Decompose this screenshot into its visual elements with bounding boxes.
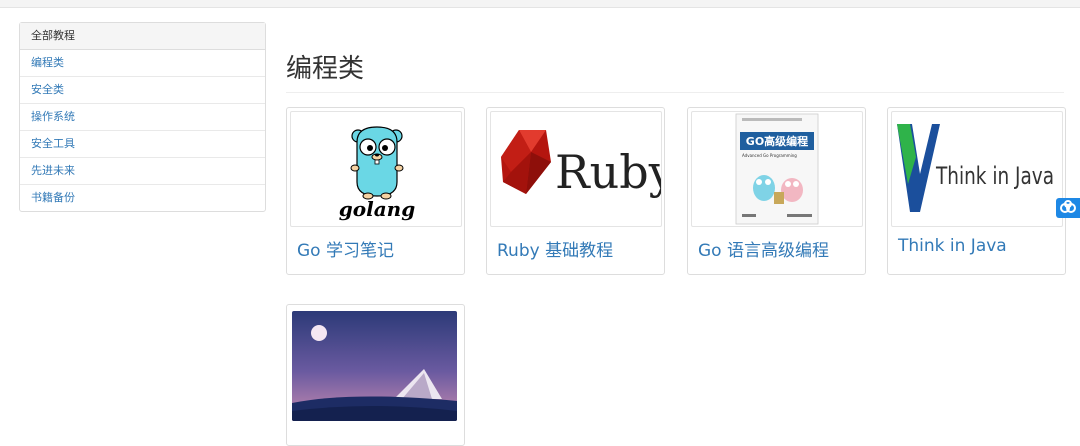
book-title[interactable]: Go 语言高级编程 [698, 236, 829, 261]
ruby-gem-icon: Ruby [501, 130, 661, 199]
go-advanced-cover-image[interactable]: GO高级编程 Advanced Go Programming [691, 111, 863, 227]
cloud-link-icon [1060, 200, 1076, 213]
sidebar: 全部教程 编程类 安全类 操作系统 安全工具 先进未来 书籍备份 [19, 22, 266, 212]
side-float-button[interactable] [1056, 198, 1080, 218]
sidebar-item-os[interactable]: 操作系统 [20, 104, 265, 131]
golang-logo-image[interactable]: golang [290, 111, 462, 227]
landscape-cover-image[interactable] [292, 311, 457, 421]
book-card-go-advanced[interactable]: GO高级编程 Advanced Go Programming Go 语言高级编程 [687, 107, 866, 275]
think-in-java-wordmark: Think in Java [935, 162, 1054, 190]
page-title: 编程类 [286, 54, 365, 84]
sidebar-item-security-tools[interactable]: 安全工具 [20, 131, 265, 158]
ruby-wordmark: Ruby [555, 145, 661, 199]
gopher-icon: golang [339, 126, 415, 221]
book-card-go-notes[interactable]: golang Go 学习笔记 [286, 107, 465, 275]
cover-subtitle: Advanced Go Programming [742, 153, 797, 158]
book-card-landscape[interactable] [286, 304, 465, 446]
book-title[interactable]: Ruby 基础教程 [497, 236, 613, 261]
sidebar-item-programming[interactable]: 编程类 [20, 50, 265, 77]
book-card-ruby[interactable]: Ruby Ruby 基础教程 [486, 107, 665, 275]
ruby-logo-image[interactable]: Ruby [490, 111, 662, 227]
book-title[interactable]: Go 学习笔记 [297, 236, 394, 261]
sidebar-item-security[interactable]: 安全类 [20, 77, 265, 104]
sidebar-item-book-backup[interactable]: 书籍备份 [20, 185, 265, 211]
title-divider [286, 92, 1064, 93]
night-landscape-icon [292, 311, 457, 421]
think-in-java-logo-image[interactable]: Think in Java [891, 111, 1063, 227]
book-card-think-in-java[interactable]: Think in Java Think in Java [887, 107, 1066, 275]
cover-title: GO高级编程 [746, 134, 808, 148]
golang-wordmark: golang [339, 197, 415, 221]
sidebar-item-future[interactable]: 先进未来 [20, 158, 265, 185]
sidebar-header: 全部教程 [20, 23, 265, 50]
top-bar [0, 0, 1080, 8]
book-title[interactable]: Think in Java [898, 236, 1007, 256]
think-in-java-v-icon: Think in Java [897, 124, 1054, 212]
book-cover-icon: GO高级编程 Advanced Go Programming [735, 113, 819, 225]
